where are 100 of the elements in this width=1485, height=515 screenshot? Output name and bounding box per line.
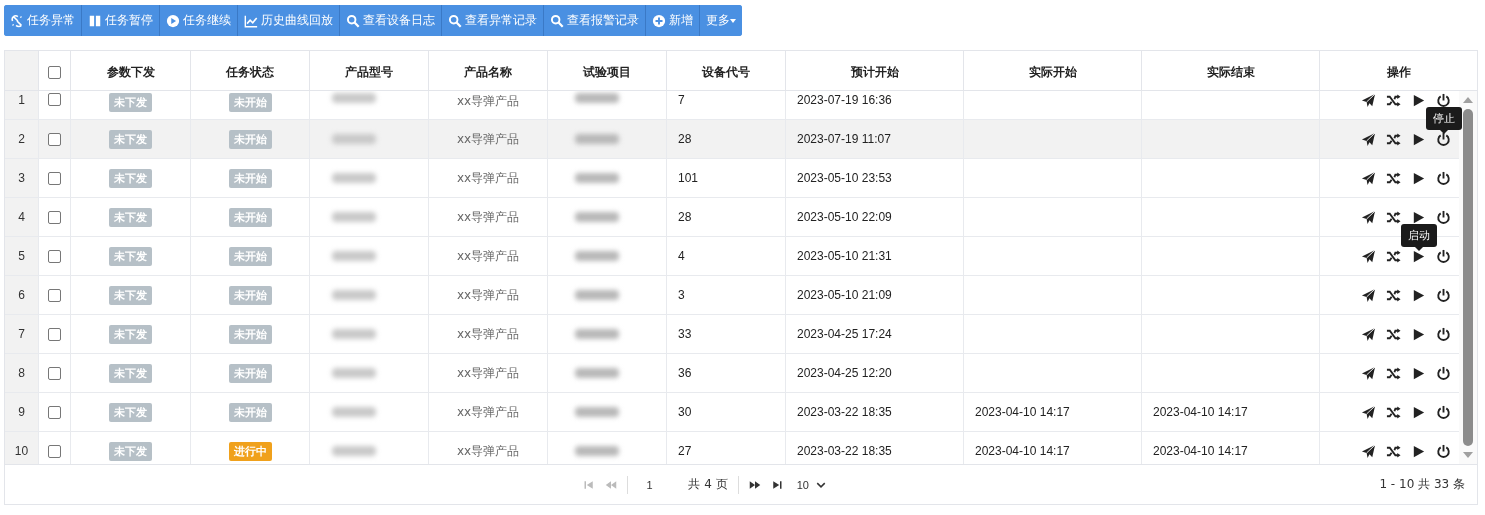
play-icon[interactable] [1411,93,1426,108]
power-icon[interactable] [1436,326,1451,342]
play-icon[interactable] [1411,287,1426,303]
table-cell: 2023-04-25 12:20 [797,366,892,380]
power-icon[interactable] [1436,287,1451,303]
scrollbar[interactable] [1459,91,1477,464]
checkbox[interactable] [48,132,61,146]
paper-plane-icon[interactable] [1361,365,1376,381]
shuffle-icon[interactable] [1386,287,1401,303]
table-cell: 2023-07-19 11:07 [797,132,891,146]
table-cell: xx导弹产品 [456,364,520,382]
checkbox[interactable] [48,444,61,458]
power-icon[interactable] [1436,443,1451,459]
column-header[interactable]: 实际结束 [1206,64,1255,81]
shuffle-icon[interactable] [1386,93,1401,108]
row-number: 6 [5,276,39,314]
paper-plane-icon[interactable] [1361,326,1376,342]
paper-plane-icon[interactable] [1361,93,1376,108]
power-icon[interactable] [1436,248,1451,264]
power-icon[interactable] [1436,404,1451,420]
table-row[interactable]: 9 未下发 未开始 xx导弹产品 30 2023-03-22 18:35 2023-04-10 14:17 2023-04-10 14:17 [5,393,1459,432]
paper-plane-icon[interactable] [1361,404,1376,420]
search-icon [448,13,462,28]
status-badge: 未下发 [109,441,152,461]
status-badge: 未开始 [228,324,272,344]
status-badge: 未下发 [109,324,152,344]
table-row[interactable]: 8 未下发 未开始 xx导弹产品 36 2023-04-25 12:20 [5,354,1459,393]
table-cell: 28 [678,210,692,224]
checkbox[interactable] [48,66,61,79]
status-badge: 未开始 [228,246,272,266]
status-badge: 未开始 [228,285,272,305]
column-header[interactable]: 参数下发 [106,64,155,81]
shuffle-icon[interactable] [1386,170,1401,186]
checkbox[interactable] [48,366,61,380]
checkbox[interactable] [48,249,61,263]
table-row[interactable]: 6 未下发 未开始 xx导弹产品 3 2023-05-10 21:09 [5,276,1459,315]
row-number: 8 [5,354,39,392]
shuffle-icon[interactable] [1386,404,1401,420]
power-icon[interactable] [1436,170,1451,186]
row-number: 3 [5,159,39,197]
table-row[interactable]: 3 未下发 未开始 xx导弹产品 101 2023-05-10 23:53 [5,159,1459,198]
status-badge: 进行中 [228,441,272,461]
paper-plane-icon[interactable] [1361,209,1376,225]
checkbox[interactable] [48,327,61,341]
status-badge: 未下发 [109,93,152,112]
paper-plane-icon[interactable] [1361,248,1376,264]
shuffle-icon[interactable] [1386,365,1401,381]
shuffle-icon[interactable] [1386,326,1401,342]
checkbox[interactable] [48,171,61,185]
page-count: 共 4 页 [688,476,728,493]
pause-icon [88,13,102,28]
last-page-icon[interactable] [770,478,783,491]
paper-plane-icon[interactable] [1361,443,1376,459]
shuffle-icon[interactable] [1386,443,1401,459]
play-circle-icon [166,13,180,28]
play-icon[interactable] [1411,248,1426,264]
table-row[interactable]: 10 未下发 进行中 xx导弹产品 27 2023-03-22 18:35 2023-04-10 14:17 2023-04-10 14:17 [5,432,1459,464]
shuffle-icon[interactable] [1386,248,1401,264]
row-number: 10 [5,432,39,464]
shuffle-icon[interactable] [1386,209,1401,225]
play-icon[interactable] [1411,443,1426,459]
page-size-dropdown[interactable]: 10 [792,476,831,493]
column-header[interactable]: 设备代号 [702,64,750,81]
checkbox[interactable] [48,210,61,224]
paper-plane-icon[interactable] [1361,170,1376,186]
checkbox[interactable] [48,405,61,419]
play-icon[interactable] [1411,326,1426,342]
column-header[interactable]: 试验项目 [583,64,631,81]
power-icon[interactable] [1436,93,1451,108]
table-cell: xx导弹产品 [456,169,520,187]
power-icon[interactable] [1436,131,1451,147]
column-header[interactable]: 实际开始 [1028,64,1077,81]
column-header[interactable]: 操作 [1386,64,1411,81]
table-cell: xx导弹产品 [456,442,520,460]
page-input-field[interactable]: 1 [638,476,679,493]
column-header[interactable]: 产品型号 [345,64,393,81]
play-icon[interactable] [1411,209,1426,225]
table-row[interactable]: 7 未下发 未开始 xx导弹产品 33 2023-04-25 17:24 [5,315,1459,354]
play-icon[interactable] [1411,131,1426,147]
checkbox[interactable] [48,93,61,106]
search-icon [346,13,360,28]
play-icon[interactable] [1411,170,1426,186]
play-icon[interactable] [1411,365,1426,381]
caret-icon [730,18,736,23]
paper-plane-icon[interactable] [1361,131,1376,147]
column-header[interactable]: 预计开始 [850,64,899,81]
paper-plane-icon[interactable] [1361,287,1376,303]
power-icon[interactable] [1436,209,1451,225]
table-cell: 28 [678,132,692,146]
table-cell: 2023-03-22 18:35 [797,444,892,458]
status-badge: 未开始 [228,402,272,422]
column-header[interactable]: 产品名称 [464,64,512,81]
row-number: 1 [5,91,39,119]
shuffle-icon[interactable] [1386,131,1401,147]
power-icon[interactable] [1436,365,1451,381]
checkbox[interactable] [48,288,61,302]
column-header[interactable]: 任务状态 [226,64,274,81]
play-icon[interactable] [1411,404,1426,420]
table-cell: 7 [678,93,685,107]
search-icon [550,13,564,28]
